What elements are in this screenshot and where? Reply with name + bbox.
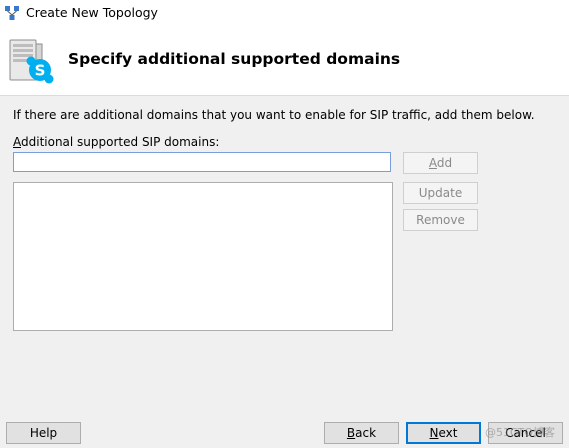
- svg-text:S: S: [35, 62, 46, 80]
- supported-domains-list[interactable]: [13, 182, 393, 331]
- create-topology-window: Create New Topology S Specify additional…: [0, 0, 569, 448]
- window-title: Create New Topology: [26, 5, 158, 20]
- update-button[interactable]: Update: [403, 182, 478, 204]
- instructions-text: If there are additional domains that you…: [13, 108, 535, 122]
- back-button[interactable]: Back: [324, 422, 399, 444]
- next-label: ext: [438, 426, 458, 440]
- next-mnemonic: N: [429, 426, 439, 440]
- add-mnemonic: A: [428, 156, 437, 170]
- page-title: Specify additional supported domains: [68, 50, 401, 68]
- topology-icon: [4, 5, 20, 21]
- domains-field-label: Additional supported SIP domains:: [13, 135, 219, 149]
- wizard-header: S Specify additional supported domains: [0, 27, 569, 96]
- field-label-text: dditional supported SIP domains:: [21, 135, 220, 149]
- add-label: dd: [436, 156, 453, 170]
- sip-domain-input[interactable]: [13, 152, 391, 172]
- skype-server-icon: S: [6, 36, 56, 86]
- back-label: ack: [355, 426, 377, 440]
- next-button[interactable]: Next: [406, 422, 481, 444]
- cancel-button[interactable]: Cancel: [488, 422, 563, 444]
- add-button[interactable]: Add: [403, 152, 478, 174]
- help-button[interactable]: Help: [6, 422, 81, 444]
- field-label-mnemonic: A: [13, 135, 21, 149]
- remove-button[interactable]: Remove: [403, 209, 478, 231]
- back-mnemonic: B: [346, 426, 356, 440]
- title-bar: Create New Topology: [0, 0, 569, 27]
